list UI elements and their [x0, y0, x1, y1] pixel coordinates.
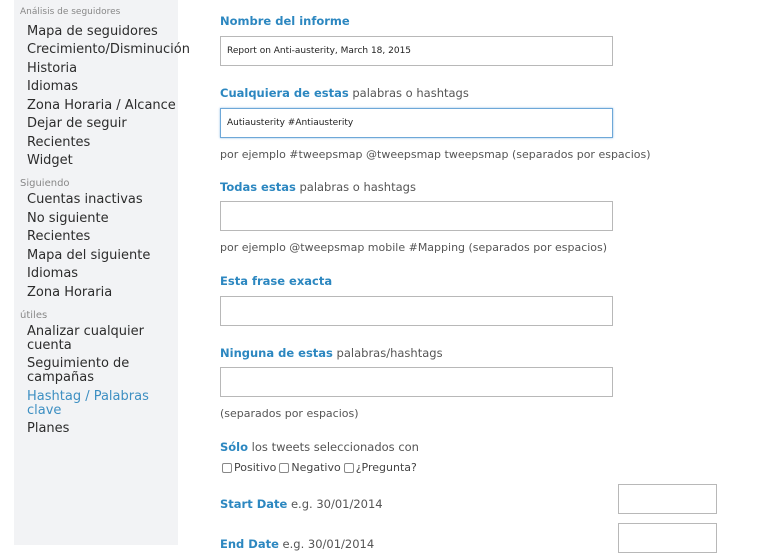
sidebar-item-history[interactable]: Historia — [27, 62, 77, 76]
sidebar-section-followers: Análisis de seguidores — [20, 7, 121, 17]
sidebar-item-widget[interactable]: Widget — [27, 154, 73, 168]
positive-option[interactable]: Positivo — [222, 461, 276, 474]
report-name-label: Nombre del informe — [220, 14, 350, 28]
none-words-label: Ninguna de estas palabras/hashtags — [220, 346, 443, 360]
any-words-input[interactable]: Autiausterity #Antiausterity — [220, 108, 613, 138]
all-words-label: Todas estas palabras o hashtags — [220, 180, 416, 194]
none-words-input[interactable] — [220, 367, 613, 397]
all-words-hint: por ejemplo @tweepsmap mobile #Mapping (… — [220, 241, 608, 254]
positive-checkbox[interactable] — [222, 462, 232, 473]
sidebar-item-unfollow[interactable]: Dejar de seguir — [27, 117, 127, 131]
exact-phrase-input[interactable] — [220, 296, 613, 326]
sidebar-item-hashtag-keywords[interactable]: Hashtag / Palabras clave — [27, 390, 167, 418]
sidebar-section-following: Siguiendo — [20, 178, 70, 189]
start-date-input[interactable] — [618, 484, 717, 514]
sidebar-item-following-languages[interactable]: Idiomas — [27, 267, 78, 281]
any-words-hint: por ejemplo #tweepsmap @tweepsmap tweeps… — [220, 148, 651, 161]
sidebar-item-not-following[interactable]: No siguiente — [27, 212, 109, 226]
sidebar-section-tools: útiles — [20, 310, 48, 321]
question-option[interactable]: ¿Pregunta? — [343, 461, 417, 474]
all-words-input[interactable] — [220, 201, 613, 231]
sentiment-options: Positivo Negativo ¿Pregunta? — [222, 461, 420, 474]
sidebar-item-languages[interactable]: Idiomas — [27, 80, 78, 94]
end-date-input[interactable] — [618, 523, 717, 553]
sidebar-item-recent[interactable]: Recientes — [27, 136, 90, 150]
exact-phrase-label: Esta frase exacta — [220, 274, 333, 288]
sidebar-item-recent-following[interactable]: Recientes — [27, 230, 90, 244]
start-date-label: Start Date e.g. 30/01/2014 — [220, 497, 383, 511]
negative-option[interactable]: Negativo — [279, 461, 341, 474]
sidebar-item-campaign-tracking[interactable]: Seguimiento de campañas — [27, 357, 167, 385]
sidebar-item-growth[interactable]: Crecimiento/Disminución — [27, 43, 190, 57]
sidebar-item-timezone-reach[interactable]: Zona Horaria / Alcance — [27, 99, 176, 113]
question-checkbox[interactable] — [343, 462, 354, 473]
sidebar-item-followers-map[interactable]: Mapa de seguidores — [27, 25, 158, 39]
sentiment-label: Sólo los tweets seleccionados con — [220, 440, 419, 454]
sidebar-item-inactive-accounts[interactable]: Cuentas inactivas — [27, 193, 143, 207]
sidebar-item-plans[interactable]: Planes — [27, 422, 69, 436]
end-date-label: End Date e.g. 30/01/2014 — [220, 537, 375, 551]
sidebar-item-following-map[interactable]: Mapa del siguiente — [27, 249, 150, 263]
sidebar-item-analyze-account[interactable]: Analizar cualquier cuenta — [27, 325, 167, 353]
negative-checkbox[interactable] — [279, 462, 290, 473]
none-words-hint: (separados por espacios) — [220, 407, 359, 420]
report-name-input[interactable]: Report on Anti-austerity, March 18, 2015 — [220, 36, 613, 66]
any-words-label: Cualquiera de estas palabras o hashtags — [220, 86, 469, 100]
sidebar-item-following-timezone[interactable]: Zona Horaria — [27, 286, 112, 300]
